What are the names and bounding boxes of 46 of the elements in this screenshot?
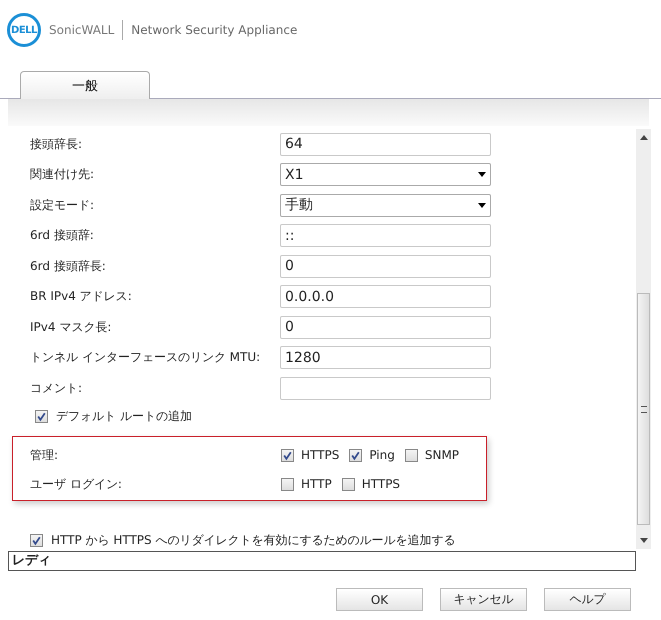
- product-name: SonicWALL: [49, 23, 114, 37]
- logo: DELL: [7, 13, 41, 47]
- checkbox-label: SNMP: [424, 448, 460, 462]
- field-label: 管理:: [30, 446, 60, 464]
- field-label: 6rd 接頭辞長:: [30, 258, 107, 275]
- input-field[interactable]: 0.0.0.0: [280, 285, 491, 308]
- field-label: トンネル インターフェースのリンク MTU:: [30, 349, 262, 366]
- input-field[interactable]: [280, 376, 491, 400]
- app-title: Network Security Appliance: [131, 23, 298, 37]
- checkbox[interactable]: [342, 478, 355, 490]
- checkbox[interactable]: [281, 448, 294, 462]
- checkbox-label: HTTPS: [301, 448, 340, 462]
- checkbox-label: HTTP から HTTPS へのリダイレクトを有効にするためのルールを追加する: [51, 532, 456, 548]
- input-field[interactable]: 0: [280, 254, 491, 278]
- input-field[interactable]: 64: [280, 132, 491, 156]
- checkbox-label: HTTP: [301, 477, 332, 491]
- checkbox[interactable]: [281, 478, 294, 490]
- checkbox[interactable]: [30, 534, 43, 546]
- caret-icon: [478, 172, 486, 178]
- field-label: 関連付け先:: [30, 166, 96, 184]
- dialog-button[interactable]: OK: [336, 588, 423, 611]
- checkbox-label: Ping: [369, 448, 395, 462]
- field-label: 設定モード:: [30, 196, 96, 214]
- field-label: BR IPv4 アドレス:: [30, 288, 133, 306]
- scroll-down-icon[interactable]: [640, 538, 648, 543]
- status-bar: レディ: [8, 551, 636, 571]
- input-field[interactable]: ::: [280, 224, 491, 248]
- checkbox[interactable]: [404, 448, 418, 462]
- dialog-button[interactable]: キャンセル: [440, 588, 527, 611]
- caret-icon: [478, 202, 486, 208]
- scroll-up-icon[interactable]: [640, 135, 648, 140]
- checkbox-label: HTTPS: [362, 477, 400, 491]
- dropdown[interactable]: X1: [280, 163, 491, 186]
- checkbox-label: デフォルト ルートの追加: [56, 408, 192, 425]
- checkbox[interactable]: [349, 448, 362, 462]
- dialog-button[interactable]: ヘルプ: [544, 588, 631, 611]
- field-label: コメント:: [30, 380, 84, 397]
- input-field[interactable]: 0: [280, 316, 491, 339]
- field-label: ユーザ ログイン:: [30, 476, 123, 492]
- dropdown[interactable]: 手動: [280, 194, 491, 217]
- field-label: IPv4 マスク長:: [30, 318, 112, 336]
- field-label: 6rd 接頭辞:: [30, 227, 95, 244]
- input-field[interactable]: 1280: [280, 346, 491, 370]
- checkbox[interactable]: [35, 410, 48, 423]
- field-label: 接頭辞長:: [30, 136, 84, 153]
- tab[interactable]: 一般: [20, 71, 150, 99]
